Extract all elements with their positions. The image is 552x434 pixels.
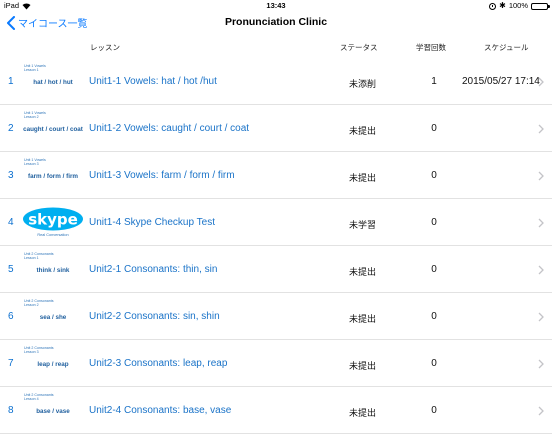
lesson-thumbnail: Unit 1 Vowels Lesson 2 caught / court / … [22, 111, 84, 147]
lesson-row[interactable]: 6 Unit 2 Consonants Lesson 2 sea / she U… [0, 293, 552, 340]
lesson-title[interactable]: Unit1-1 Vowels: hat / hot /hut [89, 76, 217, 87]
column-status: ステータス [340, 43, 378, 52]
rotation-lock-icon [489, 2, 497, 10]
lesson-title[interactable]: Unit2-3 Consonants: leap, reap [89, 358, 227, 369]
battery-icon [531, 2, 550, 10]
lesson-thumbnail: Unit 1 Vowels Lesson 3 farm / form / fir… [22, 158, 84, 194]
thumb-words: caught / court / coat [23, 126, 83, 133]
lesson-thumbnail: Unit 2 Consonants Lesson 4 base / vase [22, 393, 84, 429]
lesson-row[interactable]: 4 skype Real Conversation Unit1-4 Skype … [0, 199, 552, 246]
column-header: レッスン ステータス 学習回数 スケジュール [0, 36, 552, 58]
lesson-title[interactable]: Unit1-3 Vowels: farm / form / firm [89, 170, 235, 181]
lesson-schedule: 2015/05/27 17:14 [462, 76, 540, 87]
lesson-row[interactable]: 2 Unit 1 Vowels Lesson 2 caught / court … [0, 105, 552, 152]
lesson-title[interactable]: Unit2-4 Consonants: base, vase [89, 405, 231, 416]
thumb-lesson: Lesson 2 [24, 303, 39, 307]
lesson-row[interactable]: 5 Unit 2 Consonants Lesson 1 think / sin… [0, 246, 552, 293]
thumb-lesson: Lesson 1 [24, 68, 39, 72]
lesson-status: 未提出 [349, 267, 377, 277]
lesson-thumbnail: Unit 1 Vowels Lesson 1 hat / hot / hut [22, 64, 84, 100]
lesson-count: 0 [431, 405, 437, 416]
battery-percent: 100% [508, 1, 528, 10]
lesson-number: 7 [8, 358, 14, 369]
thumb-lesson: Lesson 1 [24, 256, 39, 260]
bluetooth-icon: ✱ [499, 1, 506, 10]
lesson-status: 未提出 [349, 126, 377, 136]
lesson-number: 5 [8, 264, 14, 275]
lesson-count: 0 [431, 264, 437, 275]
lesson-count: 0 [431, 170, 437, 181]
thumb-words: hat / hot / hut [33, 79, 73, 86]
chevron-right-icon [538, 265, 544, 275]
lesson-list: 1 Unit 1 Vowels Lesson 1 hat / hot / hut… [0, 58, 552, 434]
chevron-right-icon [538, 312, 544, 322]
lesson-count: 0 [431, 358, 437, 369]
lesson-thumbnail: Unit 2 Consonants Lesson 3 leap / reap [22, 346, 84, 382]
thumb-words: sea / she [39, 314, 67, 321]
thumb-words: leap / reap [37, 361, 69, 368]
status-right: ✱ 100% [489, 0, 550, 12]
lesson-count: 1 [431, 76, 437, 87]
thumb-lesson: Lesson 4 [24, 397, 39, 401]
lesson-row[interactable]: 1 Unit 1 Vowels Lesson 1 hat / hot / hut… [0, 58, 552, 105]
lesson-count: 0 [431, 311, 437, 322]
chevron-right-icon [538, 77, 544, 87]
column-schedule: スケジュール [484, 43, 529, 52]
chevron-right-icon [538, 406, 544, 416]
chevron-right-icon [538, 218, 544, 228]
skype-logo-icon: skype [23, 207, 83, 231]
skype-logo-text: skype [28, 211, 78, 229]
lesson-thumbnail: Unit 2 Consonants Lesson 1 think / sink [22, 252, 84, 288]
lesson-number: 4 [8, 217, 14, 228]
chevron-right-icon [538, 124, 544, 134]
lesson-thumbnail: Unit 2 Consonants Lesson 2 sea / she [22, 299, 84, 335]
page-title: Pronunciation Clinic [224, 16, 328, 28]
thumb-lesson: Lesson 2 [24, 115, 39, 119]
lesson-count: 0 [431, 217, 437, 228]
status-bar: iPad 13:43 ✱ 100% [0, 0, 552, 12]
lesson-number: 2 [8, 123, 14, 134]
navigation-bar: マイコース一覧 Pronunciation Clinic [0, 12, 552, 34]
lesson-row[interactable]: 8 Unit 2 Consonants Lesson 4 base / vase… [0, 387, 552, 434]
lesson-status: 未学習 [349, 220, 377, 230]
lesson-status: 未添削 [349, 79, 377, 89]
thumb-lesson: Lesson 3 [24, 162, 39, 166]
lesson-title[interactable]: Unit2-2 Consonants: sin, shin [89, 311, 220, 322]
chevron-right-icon [538, 359, 544, 369]
lesson-title[interactable]: Unit2-1 Consonants: thin, sin [89, 264, 217, 275]
thumb-words: farm / form / firm [27, 173, 79, 180]
lesson-number: 3 [8, 170, 14, 181]
lesson-number: 8 [8, 405, 14, 416]
lesson-thumbnail: skype Real Conversation [22, 205, 84, 241]
lesson-status: 未提出 [349, 408, 377, 418]
lesson-row[interactable]: 3 Unit 1 Vowels Lesson 3 farm / form / f… [0, 152, 552, 199]
lesson-row[interactable]: 7 Unit 2 Consonants Lesson 3 leap / reap… [0, 340, 552, 387]
lesson-status: 未提出 [349, 361, 377, 371]
lesson-status: 未提出 [349, 314, 377, 324]
lesson-number: 6 [8, 311, 14, 322]
thumb-words: think / sink [36, 267, 70, 274]
lesson-title[interactable]: Unit1-4 Skype Checkup Test [89, 217, 215, 228]
column-lesson: レッスン [90, 43, 120, 52]
lesson-status: 未提出 [349, 173, 377, 183]
column-count: 学習回数 [416, 43, 446, 52]
status-time: 13:43 [266, 1, 286, 10]
lesson-number: 1 [8, 76, 14, 87]
lesson-title[interactable]: Unit1-2 Vowels: caught / court / coat [89, 123, 249, 134]
lesson-count: 0 [431, 123, 437, 134]
thumb-subtitle: Real Conversation [37, 233, 69, 237]
thumb-lesson: Lesson 3 [24, 350, 39, 354]
chevron-right-icon [538, 171, 544, 181]
